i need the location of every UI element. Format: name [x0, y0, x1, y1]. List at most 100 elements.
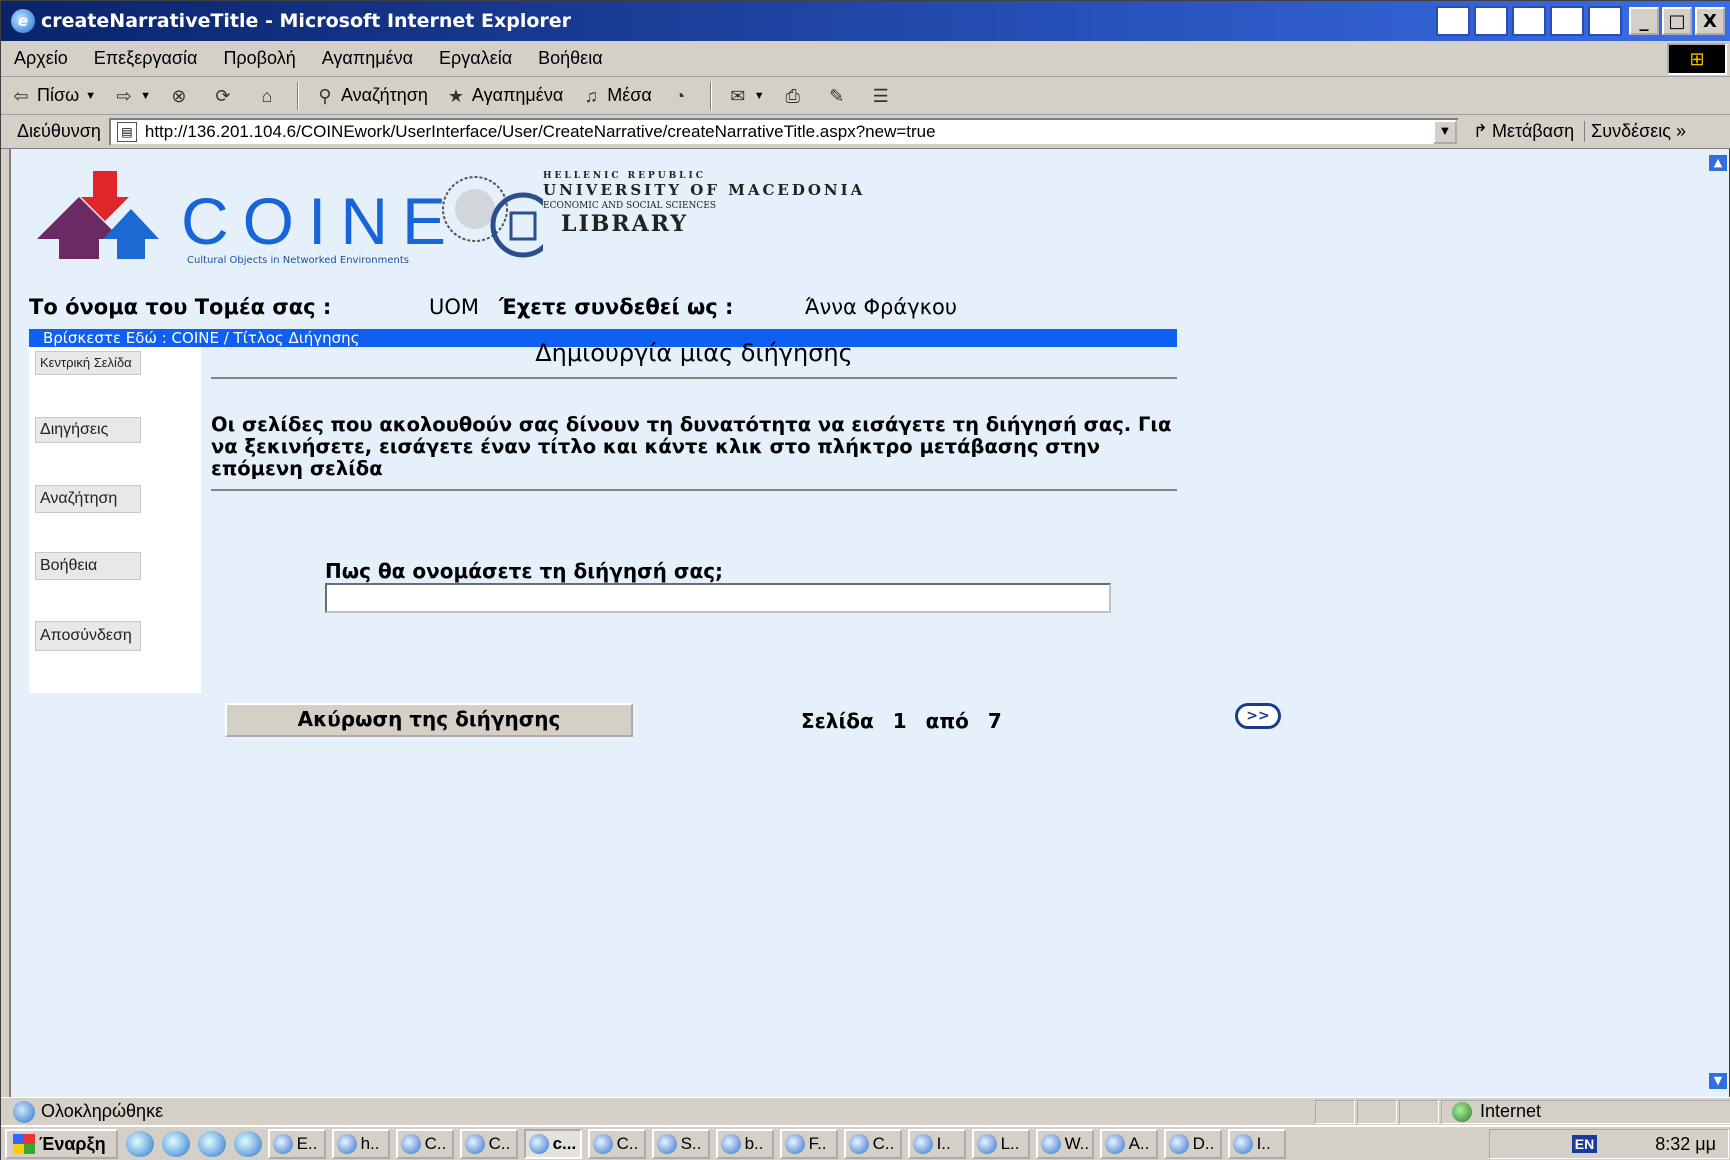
taskbar-item[interactable]: C.. — [843, 1129, 902, 1159]
powerpoint-tray-icon[interactable]: P — [1512, 6, 1546, 36]
address-url[interactable]: http://136.201.104.6/COINEwork/UserInter… — [145, 122, 1433, 142]
sidebar-item-help[interactable]: Βοήθεια — [35, 552, 141, 580]
intro-text: Οι σελίδες που ακολουθούν σας δίνουν τη … — [211, 413, 1172, 480]
ie-quicklaunch-icon[interactable] — [161, 1131, 190, 1157]
discuss-icon: ☰ — [872, 85, 889, 106]
word-tray-icon[interactable]: W — [1436, 6, 1470, 36]
language-indicator[interactable]: EN — [1571, 1135, 1598, 1153]
status-cell — [1315, 1099, 1355, 1124]
desktop-quicklaunch-icon[interactable] — [233, 1131, 262, 1157]
menu-favorites[interactable]: Αγαπημένα — [309, 48, 426, 69]
edit-button[interactable]: ✎ — [817, 84, 861, 108]
forward-button[interactable]: ⇨ ▼ — [104, 84, 159, 108]
task-label: F.. — [808, 1134, 827, 1153]
go-label: Μετάβαση — [1491, 121, 1575, 141]
print-button[interactable]: ⎙ — [773, 84, 817, 108]
refresh-icon: ⟳ — [215, 85, 231, 106]
page-word: Σελίδα — [801, 709, 874, 733]
discuss-button[interactable]: ☰ — [861, 84, 905, 108]
back-button[interactable]: ⇦ Πίσω ▼ — [1, 84, 104, 108]
taskbar-item[interactable]: I.. — [907, 1129, 966, 1159]
task-label: S.. — [680, 1134, 702, 1153]
search-tray-icon[interactable]: Q — [1550, 6, 1584, 36]
zone-label: Internet — [1480, 1101, 1542, 1121]
page-of-word: από — [925, 709, 969, 733]
home-button[interactable]: ⌂ — [247, 84, 291, 108]
page-current: 1 — [892, 709, 907, 733]
task-app-icon — [528, 1134, 549, 1154]
vertical-scrollbar[interactable]: ▲ ▼ — [1707, 149, 1729, 1097]
refresh-button[interactable]: ⟳ — [203, 84, 247, 108]
taskbar-item[interactable]: D.. — [1163, 1129, 1222, 1159]
logged-in-label: Έχετε συνδεθεί ως : — [499, 295, 734, 319]
taskbar-item[interactable]: C.. — [395, 1129, 454, 1159]
links-button[interactable]: Συνδέσεις » — [1584, 121, 1692, 142]
intro-divider — [211, 489, 1177, 491]
taskbar-item[interactable]: C.. — [587, 1129, 646, 1159]
page-content: COINE Cultural Objects in Networked Envi… — [9, 149, 1709, 1097]
mail-icon: ✉ — [730, 85, 746, 106]
taskbar-item[interactable]: C.. — [459, 1129, 518, 1159]
menu-tools[interactable]: Εργαλεία — [426, 48, 525, 69]
history-button[interactable]: ◔ — [660, 84, 704, 108]
status-cell — [1399, 1099, 1439, 1124]
start-button[interactable]: Έναρξη — [5, 1129, 118, 1159]
links-label: Συνδέσεις — [1591, 121, 1671, 141]
cancel-narrative-button[interactable]: Ακύρωση της διήγησης — [225, 703, 633, 737]
address-dropdown-icon[interactable]: ▼ — [1432, 119, 1457, 144]
search-label: Αναζήτηση — [340, 85, 428, 105]
sidebar-item-logout[interactable]: Αποσύνδεση — [35, 621, 141, 651]
go-button[interactable]: ↱ Μετάβαση — [1459, 121, 1584, 142]
media-label: Μέσα — [607, 85, 652, 105]
address-input[interactable]: ▤ http://136.201.104.6/COINEwork/UserInt… — [108, 117, 1459, 146]
sidebar-item-home[interactable]: Κεντρική Σελίδα — [35, 351, 141, 375]
task-app-icon — [272, 1134, 293, 1154]
media-button[interactable]: ♫ Μέσα — [571, 84, 660, 108]
domain-label: Το όνομα του Τομέα σας : — [29, 295, 332, 319]
status-cell — [1357, 1099, 1397, 1124]
taskbar-item[interactable]: F.. — [779, 1129, 838, 1159]
sidebar: Κεντρική Σελίδα Διηγήσεις Αναζήτηση Βοήθ… — [29, 347, 201, 693]
favorites-button[interactable]: ★ Αγαπημένα — [436, 84, 571, 108]
sidebar-item-search[interactable]: Αναζήτηση — [35, 485, 141, 513]
page-icon: ▤ — [116, 121, 137, 142]
menu-edit[interactable]: Επεξεργασία — [81, 48, 211, 69]
mail-button[interactable]: ✉ ▼ — [718, 84, 773, 108]
task-label: b.. — [744, 1134, 764, 1153]
scroll-down-icon[interactable]: ▼ — [1709, 1073, 1727, 1089]
um-library-text: LIBRARY — [561, 211, 689, 237]
taskbar-item[interactable]: A.. — [1099, 1129, 1158, 1159]
taskbar-item[interactable]: I.. — [1227, 1129, 1286, 1159]
narrative-title-input[interactable] — [325, 583, 1111, 613]
taskbar-item[interactable]: b.. — [715, 1129, 774, 1159]
task-app-icon — [912, 1134, 933, 1154]
restore-button[interactable]: □ — [1662, 7, 1692, 35]
outlook-quicklaunch-icon[interactable] — [197, 1131, 226, 1157]
scroll-up-icon[interactable]: ▲ — [1709, 155, 1727, 171]
taskbar-item[interactable]: E.. — [267, 1129, 326, 1159]
menu-help[interactable]: Βοήθεια — [525, 48, 615, 69]
taskbar-item[interactable]: W.. — [1035, 1129, 1094, 1159]
media-player-quicklaunch-icon[interactable] — [125, 1131, 154, 1157]
print-icon: ⎙ — [785, 85, 800, 106]
menu-file[interactable]: Αρχείο — [1, 48, 81, 69]
title-bar[interactable]: e createNarrativeTitle - Microsoft Inter… — [1, 1, 1730, 41]
stop-button[interactable]: ⊗ — [159, 84, 203, 108]
logo-banner: COINE Cultural Objects in Networked Envi… — [33, 169, 862, 269]
next-page-button[interactable]: >> — [1235, 703, 1281, 729]
minimize-button[interactable]: _ — [1629, 7, 1659, 35]
favorites-icon: ★ — [447, 85, 464, 106]
acrobat-tray-icon[interactable]: A — [1588, 6, 1622, 36]
search-button[interactable]: ⚲ Αναζήτηση — [305, 84, 436, 108]
taskbar-item[interactable]: S.. — [651, 1129, 710, 1159]
security-zone: Internet — [1441, 1099, 1730, 1124]
menu-view[interactable]: Προβολή — [210, 48, 308, 69]
forward-arrow-icon: ⇨ — [116, 85, 132, 106]
close-button[interactable]: X — [1695, 7, 1725, 35]
excel-tray-icon[interactable]: X — [1474, 6, 1508, 36]
sidebar-item-narratives[interactable]: Διηγήσεις — [35, 417, 141, 443]
taskbar-item[interactable]: h.. — [331, 1129, 390, 1159]
taskbar-item[interactable]: L.. — [971, 1129, 1030, 1159]
taskbar-item-active[interactable]: c... — [523, 1129, 582, 1159]
start-label: Έναρξη — [39, 1133, 106, 1154]
